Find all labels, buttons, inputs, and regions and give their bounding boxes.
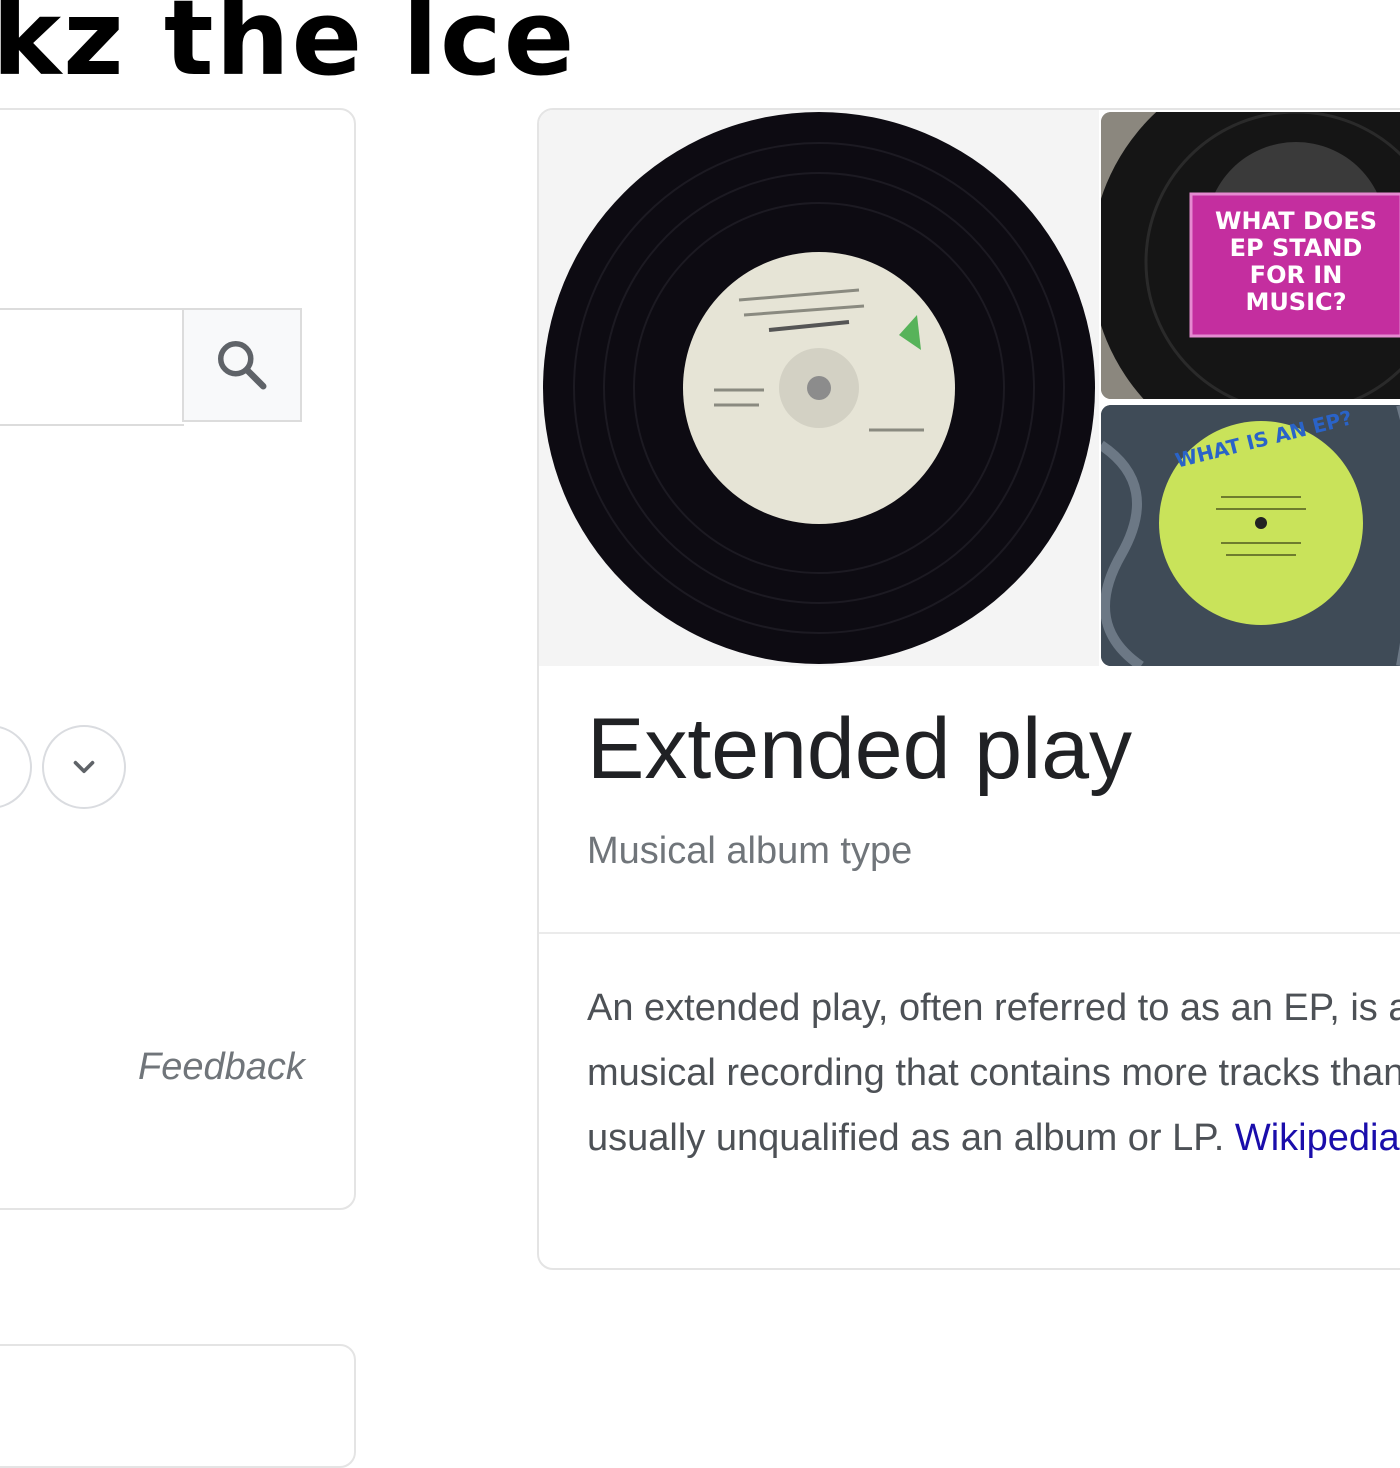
description-line: musical recording that contains more tra… bbox=[587, 1052, 1400, 1094]
entity-description: An extended play, often referred to as a… bbox=[587, 976, 1400, 1171]
image-caption-line: FOR IN bbox=[1249, 261, 1343, 289]
wikipedia-link[interactable]: Wikipedia bbox=[1235, 1117, 1400, 1159]
next-result-card bbox=[0, 1344, 356, 1468]
divider bbox=[539, 932, 1400, 934]
chevron-down-icon bbox=[73, 760, 95, 774]
search-button[interactable] bbox=[182, 308, 302, 422]
what-is-ep-image[interactable]: WHAT IS AN EP? bbox=[1101, 405, 1400, 666]
search-icon bbox=[218, 341, 267, 390]
entity-title: Extended play bbox=[587, 701, 1133, 797]
feedback-link[interactable]: Feedback bbox=[138, 1046, 305, 1089]
image-caption-line: WHAT DOES bbox=[1215, 207, 1377, 235]
description-line-last: usually unqualified as an album or LP. W… bbox=[587, 1106, 1400, 1171]
description-line: An extended play, often referred to as a… bbox=[587, 987, 1400, 1029]
image-caption-line: EP STAND bbox=[1229, 234, 1363, 262]
description-text: usually unqualified as an album or LP. bbox=[587, 1117, 1225, 1159]
ep-meaning-image[interactable]: WHAT DOES EP STAND FOR IN MUSIC? bbox=[1101, 112, 1400, 399]
watermark-logo-text: kz the lce bbox=[0, 0, 577, 99]
search-input[interactable] bbox=[0, 308, 184, 426]
main-vinyl-image[interactable] bbox=[539, 110, 1099, 666]
image-caption-line: MUSIC? bbox=[1245, 288, 1347, 316]
left-result-card bbox=[0, 108, 356, 1210]
knowledge-panel: WHAT DOES EP STAND FOR IN MUSIC? WHAT IS… bbox=[537, 108, 1400, 1270]
vinyl-record-illustration bbox=[539, 110, 1099, 666]
entity-subtitle: Musical album type bbox=[587, 830, 913, 872]
expand-button[interactable] bbox=[42, 725, 126, 809]
